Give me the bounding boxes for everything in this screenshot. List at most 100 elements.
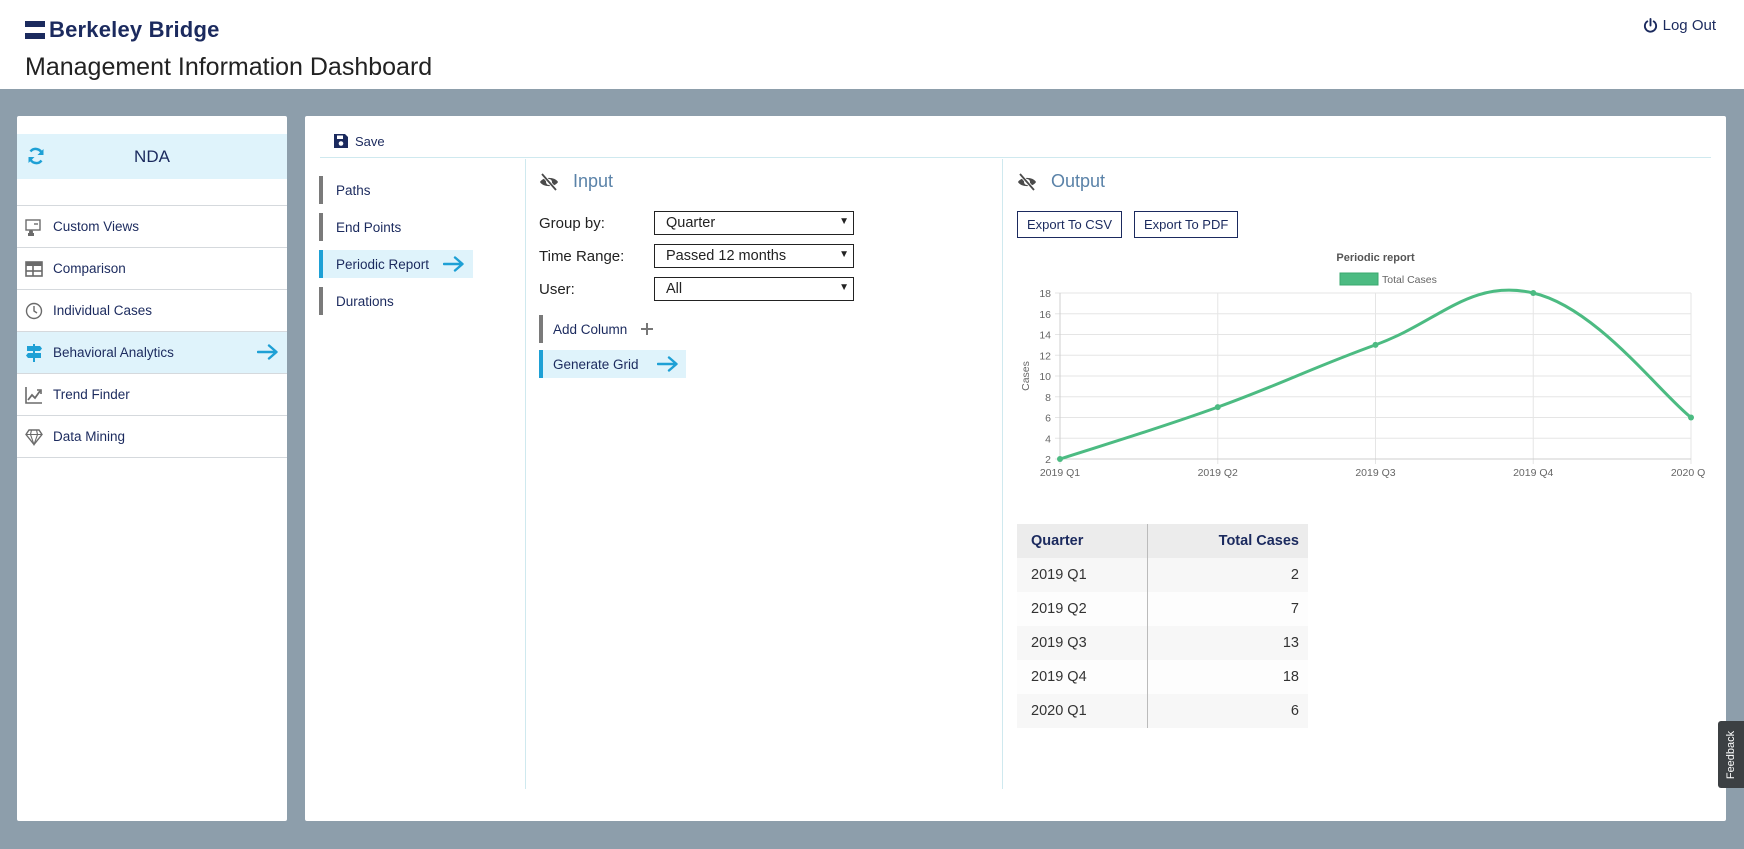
refresh-icon[interactable] [26,146,46,166]
table-row: 2019 Q4 18 [1017,660,1308,694]
top-bar: Berkeley Bridge Management Information D… [0,0,1744,89]
report-item-label: Periodic Report [336,256,430,272]
group-by-value: Quarter [666,215,716,231]
sidebar-item-label: Behavioral Analytics [53,345,174,360]
eye-slash-icon[interactable] [1017,172,1037,191]
data-point [1214,404,1221,411]
report-item-end-points[interactable]: End Points [319,213,409,241]
generate-grid-label: Generate Grid [553,356,639,372]
arrow-right-icon [443,256,464,272]
brand-mark-icon [25,21,45,39]
sidebar-item-behavioral-analytics[interactable]: Behavioral Analytics [17,332,287,374]
table-row: 2019 Q2 7 [1017,592,1308,626]
table-row: 2020 Q1 6 [1017,694,1308,728]
x-tick-label: 2019 Q2 [1198,467,1238,479]
sidebar-menu: Custom Views Comparison Individual Cases [17,205,287,458]
group-by-label: Group by: [539,214,605,232]
sidebar-item-label: Comparison [53,261,126,276]
add-column-button[interactable]: Add Column [539,315,659,343]
table-cell-total: 2 [1146,558,1308,592]
column-divider [1002,159,1003,789]
data-point [1057,456,1063,462]
input-section-header: Input [539,171,613,192]
user-select[interactable]: All ▼ [654,277,854,301]
group-by-select[interactable]: Quarter ▼ [654,211,854,235]
report-item-label: Paths [336,182,371,198]
y-tick-label: 18 [1039,288,1051,300]
table-cell-total: 7 [1146,592,1308,626]
sidebar-item-custom-views[interactable]: Custom Views [17,206,287,248]
y-tick-label: 16 [1039,309,1051,321]
output-section-header: Output [1017,171,1105,192]
export-pdf-button[interactable]: Export To PDF [1134,211,1239,238]
time-range-row: Time Range: Passed 12 months ▼ [539,244,854,268]
data-point [1372,341,1379,348]
table-cell-quarter: 2019 Q3 [1017,626,1148,660]
legend-label: Total Cases [1382,274,1437,286]
sidebar-item-trend-finder[interactable]: Trend Finder [17,374,287,416]
add-column-label: Add Column [553,321,628,337]
sidebar-item-label: Individual Cases [53,303,153,318]
eye-slash-icon[interactable] [539,172,559,191]
legend-swatch [1339,272,1379,286]
project-selector[interactable]: NDA [17,134,287,179]
table-cell-total: 13 [1146,626,1308,660]
column-divider [525,159,526,789]
save-button[interactable]: Save [333,133,385,149]
column-header-total-cases[interactable]: Total Cases [1146,524,1308,558]
sidebar-item-comparison[interactable]: Comparison [17,248,287,290]
arrow-right-icon [257,344,278,360]
output-heading: Output [1051,171,1106,191]
trend-icon [25,387,42,404]
custom-views-icon [25,219,41,236]
table-cell-total: 18 [1146,660,1308,694]
time-range-select[interactable]: Passed 12 months ▼ [654,244,854,268]
chart-svg: Periodic report Total Cases 2 4 6 8 10 12 14 16 18… [1020,252,1711,498]
time-range-label: Time Range: [539,247,625,265]
signpost-icon [26,344,42,362]
user-label: User: [539,280,575,298]
data-point [1530,290,1537,296]
data-point [1688,414,1694,421]
y-tick-label: 8 [1045,392,1051,404]
sidebar-item-label: Trend Finder [53,387,130,402]
sidebar-item-data-mining[interactable]: Data Mining [17,416,287,458]
table-cell-quarter: 2020 Q1 [1017,694,1148,728]
project-name: NDA [134,146,170,166]
floppy-disk-icon [334,134,348,148]
brand-name: Berkeley Bridge [49,17,220,42]
user-value: All [666,281,683,297]
export-csv-button[interactable]: Export To CSV [1017,211,1123,238]
group-by-row: Group by: Quarter ▼ [539,211,854,235]
report-item-periodic-report[interactable]: Periodic Report [319,250,474,278]
y-tick-label: 6 [1045,413,1051,425]
diamond-icon [25,429,43,446]
y-tick-label: 14 [1039,330,1051,342]
logout-button[interactable]: Log Out [1643,17,1716,34]
brand-logo[interactable]: Berkeley Bridge [25,17,220,43]
y-tick-label: 10 [1039,371,1051,383]
arrow-right-icon [656,356,678,372]
toolbar: Save [320,116,1711,158]
x-tick-label: 2019 Q1 [1040,467,1080,479]
logout-label: Log Out [1662,17,1716,34]
report-item-durations[interactable]: Durations [319,287,399,315]
plus-icon [641,323,654,335]
report-item-paths[interactable]: Paths [319,176,379,204]
table-icon [25,261,43,277]
sidebar-item-label: Custom Views [53,219,140,234]
generate-grid-button[interactable]: Generate Grid [539,350,686,378]
table-header-row: Quarter Total Cases [1017,524,1308,558]
table-row: 2019 Q3 13 [1017,626,1308,660]
clock-icon [25,302,43,320]
x-tick-label: 2019 Q3 [1355,467,1395,479]
column-header-quarter[interactable]: Quarter [1017,524,1148,558]
y-axis-label: Cases [1020,361,1032,391]
user-row: User: All ▼ [539,277,854,301]
time-range-value: Passed 12 months [666,248,787,264]
caret-down-icon: ▼ [839,216,849,227]
x-tick-label: 2020 Q1 [1671,467,1705,479]
sidebar-item-individual-cases[interactable]: Individual Cases [17,290,287,332]
feedback-tab[interactable]: Feedback [1718,721,1744,788]
output-table: Quarter Total Cases 2019 Q1 2 2019 Q2 7 … [1017,524,1308,728]
